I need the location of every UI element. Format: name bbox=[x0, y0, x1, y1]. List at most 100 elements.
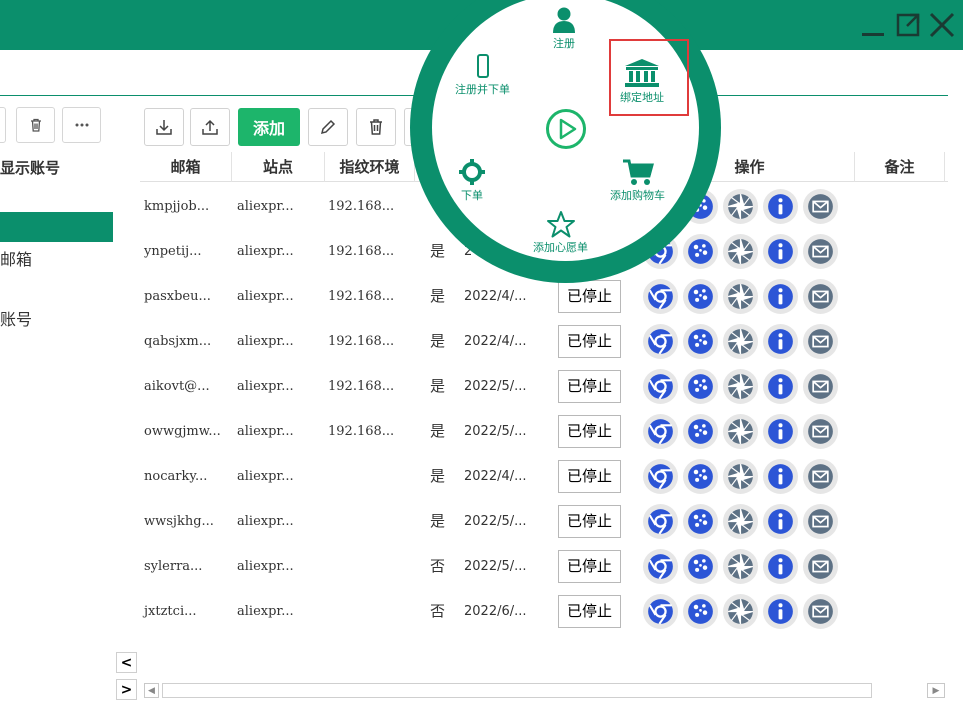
panel-item-email[interactable]: 邮箱 bbox=[0, 246, 32, 270]
status-button[interactable]: 已停止 bbox=[558, 460, 621, 493]
table-row[interactable]: aikovt@... aliexpr... 192.168... 是 2022/5/..… bbox=[140, 364, 948, 409]
mail-icon[interactable] bbox=[803, 459, 838, 494]
menu-label-register: 注册 bbox=[553, 37, 575, 50]
chrome-icon[interactable] bbox=[643, 504, 678, 539]
status-button[interactable]: 已停止 bbox=[558, 505, 621, 538]
mail-icon[interactable] bbox=[803, 414, 838, 449]
more-icon[interactable] bbox=[62, 107, 101, 143]
upload-icon[interactable] bbox=[190, 108, 230, 146]
cookie-icon[interactable] bbox=[683, 369, 718, 404]
info-icon[interactable] bbox=[763, 324, 798, 359]
chrome-icon[interactable] bbox=[643, 279, 678, 314]
aperture-icon[interactable] bbox=[723, 594, 758, 629]
mail-icon[interactable] bbox=[803, 504, 838, 539]
cookie-icon[interactable] bbox=[683, 279, 718, 314]
edit-icon[interactable] bbox=[308, 108, 348, 146]
scroll-left-icon[interactable]: ◀ bbox=[144, 683, 159, 698]
minimize-icon[interactable] bbox=[858, 8, 888, 42]
info-icon[interactable] bbox=[763, 279, 798, 314]
aperture-icon[interactable] bbox=[723, 549, 758, 584]
table-row[interactable]: wwsjkhg... aliexpr... 是 2022/5/... 已停止 bbox=[140, 499, 948, 544]
mail-icon[interactable] bbox=[803, 369, 838, 404]
aperture-icon[interactable] bbox=[723, 189, 758, 224]
chrome-icon[interactable] bbox=[643, 459, 678, 494]
chrome-icon[interactable] bbox=[643, 549, 678, 584]
col-env[interactable]: 指纹环境 bbox=[325, 152, 415, 182]
cookie-icon[interactable] bbox=[683, 459, 718, 494]
status-button[interactable]: 已停止 bbox=[558, 595, 621, 628]
aperture-icon[interactable] bbox=[723, 504, 758, 539]
expand-right-icon[interactable]: > bbox=[116, 679, 137, 700]
chrome-icon[interactable] bbox=[643, 369, 678, 404]
cell-date: 2022/4/... bbox=[464, 469, 527, 484]
mail-icon[interactable] bbox=[803, 324, 838, 359]
info-icon[interactable] bbox=[763, 369, 798, 404]
cookie-icon[interactable] bbox=[683, 549, 718, 584]
panel-item-account[interactable]: 账号 bbox=[0, 306, 32, 330]
menu-item-play[interactable] bbox=[545, 108, 587, 150]
status-button[interactable]: 已停止 bbox=[558, 370, 621, 403]
restore-icon[interactable] bbox=[893, 8, 923, 42]
col-email[interactable]: 邮箱 bbox=[140, 152, 232, 182]
cell-date: 2022/5/... bbox=[464, 379, 527, 394]
scroll-track[interactable] bbox=[162, 683, 872, 698]
col-site[interactable]: 站点 bbox=[232, 152, 325, 182]
mail-icon[interactable] bbox=[803, 234, 838, 269]
download-icon[interactable] bbox=[144, 108, 184, 146]
cell-site: aliexpr... bbox=[237, 289, 294, 304]
info-icon[interactable] bbox=[763, 459, 798, 494]
cookie-icon[interactable] bbox=[683, 414, 718, 449]
close-icon[interactable] bbox=[927, 8, 957, 42]
phone-icon bbox=[476, 54, 489, 78]
horizontal-scrollbar[interactable]: ◀ ▶ bbox=[142, 681, 948, 700]
menu-item-register[interactable]: 注册 bbox=[549, 6, 579, 51]
aperture-icon[interactable] bbox=[723, 414, 758, 449]
table-row[interactable]: sylerra... aliexpr... 否 2022/5/... 已停止 bbox=[140, 544, 948, 589]
table-row[interactable]: owwgjmw... aliexpr... 192.168... 是 2022/5/..… bbox=[140, 409, 948, 454]
chrome-icon[interactable] bbox=[643, 414, 678, 449]
info-icon[interactable] bbox=[763, 234, 798, 269]
cookie-icon[interactable] bbox=[683, 234, 718, 269]
selected-item[interactable] bbox=[0, 212, 113, 242]
menu-item-add-wish[interactable]: 添加心愿单 bbox=[533, 210, 588, 255]
aperture-icon[interactable] bbox=[723, 324, 758, 359]
table-row[interactable]: nocarky... aliexpr... 是 2022/4/... 已停止 bbox=[140, 454, 948, 499]
aperture-icon[interactable] bbox=[723, 369, 758, 404]
menu-item-order[interactable]: 下单 bbox=[458, 158, 486, 203]
info-icon[interactable] bbox=[763, 189, 798, 224]
cell-email: pasxbeu... bbox=[144, 289, 211, 304]
mail-icon[interactable] bbox=[803, 594, 838, 629]
info-icon[interactable] bbox=[763, 549, 798, 584]
panel-button[interactable] bbox=[0, 107, 6, 143]
status-button[interactable]: 已停止 bbox=[558, 550, 621, 583]
scroll-right-icon[interactable]: ▶ bbox=[927, 683, 945, 698]
mail-icon[interactable] bbox=[803, 279, 838, 314]
info-icon[interactable] bbox=[763, 414, 798, 449]
table-row[interactable]: qabsjxm... aliexpr... 192.168... 是 2022/4/..… bbox=[140, 319, 948, 364]
delete-icon[interactable] bbox=[16, 107, 55, 143]
chrome-icon[interactable] bbox=[643, 594, 678, 629]
menu-item-add-cart[interactable]: 添加购物车 bbox=[610, 158, 665, 203]
chrome-icon[interactable] bbox=[643, 324, 678, 359]
cell-email: qabsjxm... bbox=[144, 334, 212, 349]
collapse-left-icon[interactable]: < bbox=[116, 652, 137, 673]
col-remark[interactable]: 备注 bbox=[855, 152, 945, 182]
status-button[interactable]: 已停止 bbox=[558, 415, 621, 448]
status-button[interactable]: 已停止 bbox=[558, 280, 621, 313]
info-icon[interactable] bbox=[763, 594, 798, 629]
add-button[interactable]: 添加 bbox=[238, 108, 300, 146]
cookie-icon[interactable] bbox=[683, 504, 718, 539]
aperture-icon[interactable] bbox=[723, 279, 758, 314]
mail-icon[interactable] bbox=[803, 189, 838, 224]
status-button[interactable]: 已停止 bbox=[558, 325, 621, 358]
menu-label-register-order: 注册并下单 bbox=[455, 83, 510, 96]
cookie-icon[interactable] bbox=[683, 594, 718, 629]
delete-icon[interactable] bbox=[356, 108, 396, 146]
menu-item-register-order[interactable]: 注册并下单 bbox=[455, 54, 510, 97]
aperture-icon[interactable] bbox=[723, 234, 758, 269]
table-row[interactable]: jxtztci... aliexpr... 否 2022/6/... 已停止 bbox=[140, 589, 948, 634]
info-icon[interactable] bbox=[763, 504, 798, 539]
aperture-icon[interactable] bbox=[723, 459, 758, 494]
mail-icon[interactable] bbox=[803, 549, 838, 584]
cookie-icon[interactable] bbox=[683, 324, 718, 359]
